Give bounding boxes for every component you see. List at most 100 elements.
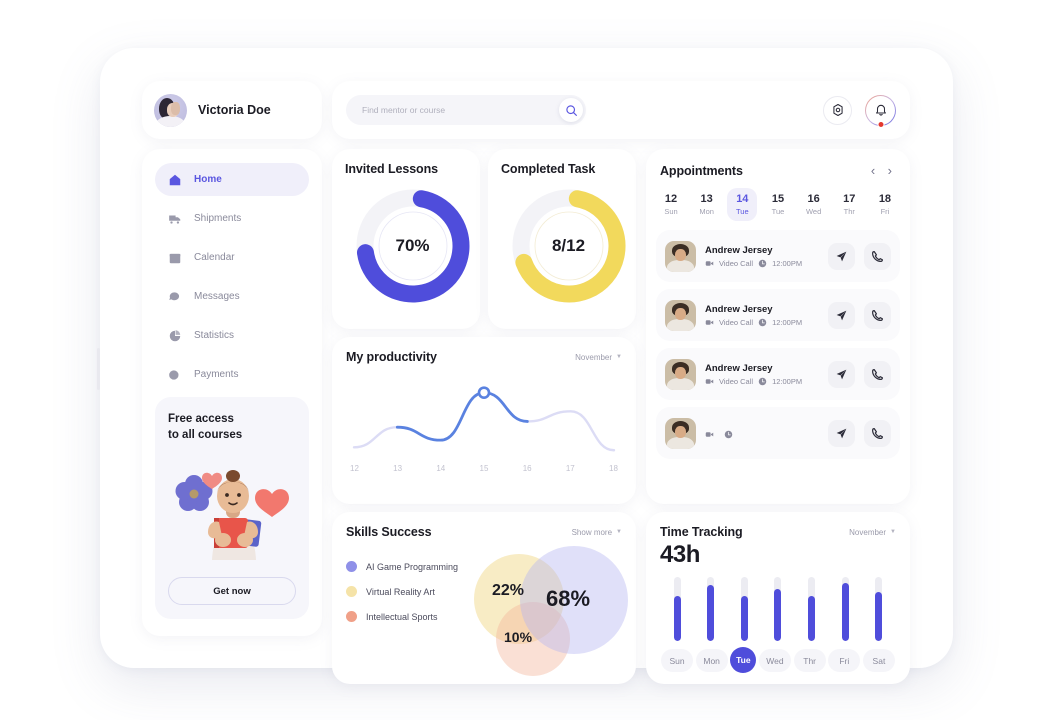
date-cell-17[interactable]: 17 Thr xyxy=(834,188,864,221)
appointment-time: 12:00PM xyxy=(772,376,803,386)
time-bar-wed[interactable] xyxy=(765,577,791,641)
time-tracking-day-selector: Sun Mon Tue Wed Thr Fri Sat xyxy=(660,647,896,673)
legend-color-dot xyxy=(346,561,357,572)
appointments-card: Appointments ‹ › 12 Sun 13 Mon 14 Tue 15… xyxy=(646,149,910,504)
date-number: 18 xyxy=(878,193,892,205)
notification-dot xyxy=(877,120,884,128)
date-dayname: Fri xyxy=(880,207,890,216)
day-pill-fri[interactable]: Fri xyxy=(828,649,861,672)
send-message-button[interactable] xyxy=(828,360,855,388)
date-number: 16 xyxy=(807,193,820,205)
appointment-meta: Video Call 12:00PM xyxy=(705,259,819,268)
productivity-tick: 16 xyxy=(522,464,532,473)
chevron-left-icon[interactable]: ‹ xyxy=(867,163,879,178)
date-dayname: Tue xyxy=(735,207,749,216)
send-message-button[interactable] xyxy=(828,301,855,329)
call-button[interactable] xyxy=(864,360,891,388)
time-bar-mon[interactable] xyxy=(698,577,724,641)
clock-icon xyxy=(758,377,767,385)
date-cell-15[interactable]: 15 Tue xyxy=(763,188,793,221)
promo-card: Free access to all courses Get now xyxy=(155,397,309,619)
appointment-row[interactable]: Andrew Jersey Video Call 12:00PM xyxy=(656,348,900,400)
date-cell-12[interactable]: 12 Sun xyxy=(656,188,686,221)
day-pill-label: Thr xyxy=(803,655,816,666)
search-button[interactable] xyxy=(559,98,583,122)
sidebar-item-label: Statistics xyxy=(194,330,235,341)
productivity-period-label: November xyxy=(575,352,613,362)
venn-label-22: 22% xyxy=(492,582,525,599)
date-cell-14[interactable]: 14 Tue xyxy=(727,188,758,221)
appointment-type: Video Call xyxy=(719,317,754,327)
coin-icon xyxy=(168,368,182,382)
day-pill-thr[interactable]: Thr xyxy=(793,649,826,672)
productivity-title: My productivity xyxy=(346,350,437,364)
appointment-row[interactable]: Andrew Jersey Video Call 12:00PM xyxy=(656,289,900,341)
venn-label-68: 68% xyxy=(546,586,591,611)
get-now-button[interactable]: Get now xyxy=(168,577,296,605)
send-message-button[interactable] xyxy=(828,419,855,447)
bar-track xyxy=(808,577,816,641)
date-cell-18[interactable]: 18 Fri xyxy=(870,188,900,221)
day-pill-sun[interactable]: Sun xyxy=(661,649,693,672)
bar-fill xyxy=(841,583,849,641)
invited-lessons-card: Invited Lessons 70% xyxy=(332,149,480,329)
call-button[interactable] xyxy=(864,419,891,447)
appointment-meta: Video Call 12:00PM xyxy=(705,318,819,327)
clock-icon xyxy=(758,259,767,267)
chevron-down-icon: ▼ xyxy=(616,529,622,535)
appointment-info: Andrew Jersey Video Call 12:00PM xyxy=(705,363,819,386)
promo-title-line1: Free access xyxy=(168,413,234,425)
time-bar-sat[interactable] xyxy=(866,577,892,641)
day-pill-tue[interactable]: Tue xyxy=(730,647,757,673)
send-icon xyxy=(836,428,847,438)
productivity-tick: 18 xyxy=(609,464,618,473)
call-button[interactable] xyxy=(864,242,891,270)
search-icon xyxy=(565,104,577,116)
date-dayname: Thr xyxy=(843,207,855,216)
send-icon xyxy=(836,369,847,379)
sidebar-item-statistics[interactable]: Statistics xyxy=(155,319,309,352)
date-number: 14 xyxy=(736,193,749,205)
search-bar[interactable] xyxy=(346,95,586,125)
time-tracking-period-dropdown[interactable]: November ▼ xyxy=(849,528,896,537)
day-pill-wed[interactable]: Wed xyxy=(758,649,791,672)
appointment-time: 12:00PM xyxy=(772,258,803,268)
date-cell-16[interactable]: 16 Wed xyxy=(799,188,829,221)
time-tracking-card: Time Tracking November ▼ 43h Sun Mon Tue… xyxy=(646,512,910,684)
search-input[interactable] xyxy=(362,105,542,115)
clock-icon xyxy=(758,318,767,326)
appointment-row[interactable] xyxy=(656,407,900,459)
day-pill-sat[interactable]: Sat xyxy=(862,649,895,672)
productivity-line-active xyxy=(395,391,529,442)
appointment-meta: Video Call 12:00PM xyxy=(705,377,819,386)
chevron-right-icon[interactable]: › xyxy=(884,163,896,178)
call-button[interactable] xyxy=(864,301,891,329)
productivity-period-dropdown[interactable]: November ▼ xyxy=(575,353,622,362)
sidebar-item-payments[interactable]: Payments xyxy=(155,358,309,391)
profile-card[interactable]: Victoria Doe xyxy=(142,81,322,139)
day-pill-mon[interactable]: Mon xyxy=(695,649,728,672)
notifications-button[interactable] xyxy=(865,95,896,128)
time-bar-thr[interactable] xyxy=(799,577,825,641)
bar-track xyxy=(740,577,748,641)
pie-chart-icon xyxy=(168,329,182,343)
settings-button[interactable] xyxy=(823,95,852,125)
dashboard-screen: Victoria Doe Find mentor or course Home … xyxy=(122,64,931,684)
time-bar-tue[interactable] xyxy=(731,577,757,641)
skills-show-more-dropdown[interactable]: Show more ▼ xyxy=(572,528,622,537)
date-dayname: Sun xyxy=(664,207,678,216)
sidebar-item-calendar[interactable]: Calendar xyxy=(155,241,309,274)
bar-fill xyxy=(673,596,681,641)
appointments-date-strip: 12 Sun 13 Mon 14 Tue 15 Tue 16 Wed 17 Th… xyxy=(646,180,910,221)
sidebar-item-home[interactable]: Home xyxy=(155,163,309,196)
send-message-button[interactable] xyxy=(828,242,855,270)
sidebar-item-shipments[interactable]: Shipments xyxy=(155,202,309,235)
chevron-down-icon: ▼ xyxy=(616,354,622,360)
skills-success-card: Skills Success Show more ▼ AI Game Progr… xyxy=(332,512,636,684)
date-cell-13[interactable]: 13 Mon xyxy=(692,188,722,221)
appointment-row[interactable]: Andrew Jersey Video Call 12:00PM xyxy=(656,230,900,282)
sidebar-item-messages[interactable]: Messages xyxy=(155,280,309,313)
appointment-name: Andrew Jersey xyxy=(705,244,773,256)
time-bar-fri[interactable] xyxy=(832,577,858,641)
time-bar-sun[interactable] xyxy=(664,577,690,641)
